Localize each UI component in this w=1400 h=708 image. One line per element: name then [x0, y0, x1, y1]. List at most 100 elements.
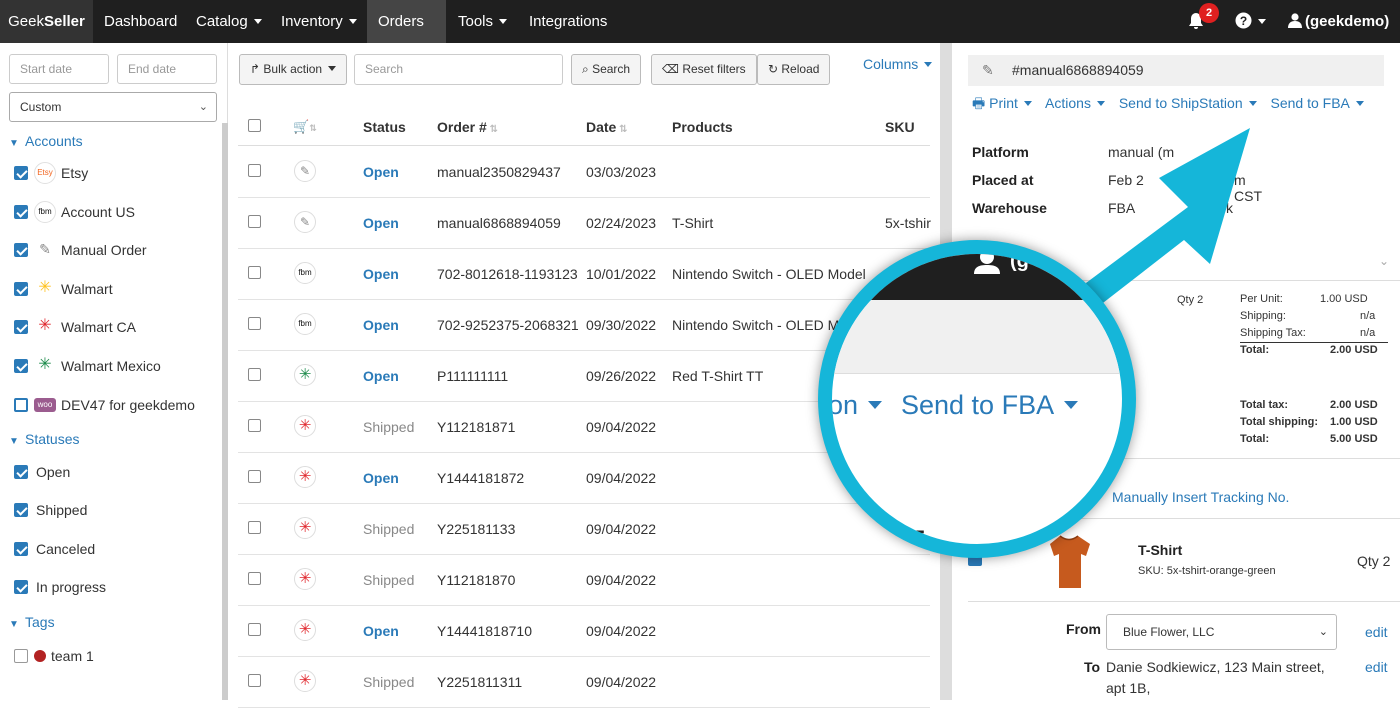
table-row[interactable]: ✳ Open Y14441818710 09/04/2022: [238, 606, 930, 657]
search-button[interactable]: ⌕ Search: [571, 54, 642, 85]
checkbox[interactable]: [14, 166, 28, 180]
row-checkbox[interactable]: [248, 572, 261, 585]
help-menu[interactable]: ?: [1235, 12, 1266, 30]
edit-icon[interactable]: ✎: [982, 55, 994, 86]
search-icon: ⌕: [582, 62, 593, 76]
nav-orders[interactable]: Orders: [367, 0, 446, 67]
edit-from-link[interactable]: edit: [1365, 624, 1388, 640]
edit-to-link[interactable]: edit: [1365, 659, 1388, 675]
insert-tracking-link[interactable]: Manually Insert Tracking No.: [1112, 489, 1289, 505]
woo-logo-icon: woo: [34, 398, 56, 412]
status-label: Open: [363, 470, 399, 486]
table-row[interactable]: fbm Open 702-8012618-1193123 10/01/2022 Nint…: [238, 249, 930, 300]
chevron-down-icon[interactable]: ⌄: [1379, 254, 1389, 268]
brand-logo[interactable]: GeekSeller: [0, 0, 93, 43]
accounts-section-toggle[interactable]: ▼ Accounts: [9, 133, 83, 149]
select-all-checkbox[interactable]: [248, 119, 261, 132]
shipping-value: n/a: [1360, 310, 1376, 322]
checkbox[interactable]: [14, 320, 28, 334]
nav-integrations[interactable]: Integrations: [518, 0, 618, 43]
order-number[interactable]: 702-8012618-1193123: [437, 266, 578, 282]
table-row[interactable]: ✳ Shipped Y2251811311 09/04/2022: [238, 657, 930, 708]
row-checkbox[interactable]: [248, 623, 261, 636]
product-name: T-Shirt: [672, 215, 714, 231]
checkbox[interactable]: [14, 205, 28, 219]
order-number[interactable]: Y112181870: [437, 572, 515, 588]
placed-label: Placed at: [972, 172, 1034, 188]
row-checkbox[interactable]: [248, 266, 261, 279]
row-checkbox[interactable]: [248, 368, 261, 381]
sku-header[interactable]: SKU: [885, 119, 915, 135]
order-number[interactable]: manual2350829437: [437, 164, 561, 180]
order-number[interactable]: Y225181133: [437, 521, 515, 537]
checkbox[interactable]: [14, 243, 28, 257]
nav-dashboard[interactable]: Dashboard: [93, 0, 188, 43]
magnified-navbar: (g: [832, 254, 1122, 300]
print-menu[interactable]: 🖶 Print: [972, 95, 1032, 111]
row-checkbox[interactable]: [248, 317, 261, 330]
checkbox[interactable]: [14, 465, 28, 479]
user-menu[interactable]: (geekdemo): [1288, 0, 1389, 43]
order-number[interactable]: Y2251811311: [437, 674, 522, 690]
date-range-select[interactable]: Custom ⌄: [9, 92, 217, 122]
nav-inventory[interactable]: Inventory: [270, 0, 368, 43]
order-header[interactable]: Order # ⇅: [437, 119, 498, 135]
actions-menu[interactable]: Actions: [1045, 95, 1105, 111]
nav-catalog[interactable]: Catalog: [185, 0, 273, 43]
reset-filters-button[interactable]: ⌫ Reset filters: [651, 54, 757, 85]
tag-label: team 1: [51, 648, 94, 664]
status-label: In progress: [36, 579, 107, 595]
checkbox[interactable]: [14, 398, 28, 412]
table-row[interactable]: ✎ Open manual6868894059 02/24/2023 T-Shirt 5x…: [238, 198, 931, 249]
order-number[interactable]: 702-9252375-2068321: [437, 317, 579, 333]
account-label: Walmart: [61, 281, 113, 297]
search-input[interactable]: Search: [354, 54, 563, 85]
order-number[interactable]: Y14441818710: [437, 623, 532, 639]
send-to-fba-menu[interactable]: Send to FBA: [1271, 95, 1364, 111]
status-label: Open: [363, 368, 399, 384]
send-to-shipstation-menu[interactable]: Send to ShipStation: [1119, 95, 1257, 111]
bulk-action-button[interactable]: ↱ Bulk action: [239, 54, 348, 85]
row-checkbox[interactable]: [248, 521, 261, 534]
checkbox[interactable]: [14, 580, 28, 594]
table-row[interactable]: ✳ Shipped Y225181133 09/04/2022: [238, 504, 930, 555]
table-row[interactable]: ✎ Open manual2350829437 03/03/2023: [238, 147, 930, 198]
order-number[interactable]: Y112181871: [437, 419, 515, 435]
order-number[interactable]: P111111111: [437, 368, 508, 384]
checkbox[interactable]: [14, 542, 28, 556]
checkbox[interactable]: [14, 282, 28, 296]
walmart-ca-icon: ✳: [294, 517, 316, 539]
order-number[interactable]: manual6868894059: [437, 215, 561, 231]
to-address-line-1: Danie Sodkiewicz, 123 Main street,: [1106, 659, 1325, 675]
table-row[interactable]: fbm Open 702-9252375-2068321 09/30/2022 Nint…: [238, 300, 930, 351]
row-checkbox[interactable]: [248, 164, 261, 177]
start-date-input[interactable]: Start date: [9, 54, 109, 84]
columns-dropdown[interactable]: Columns: [863, 56, 933, 72]
table-row[interactable]: ✳ Shipped Y112181870 09/04/2022: [238, 555, 930, 606]
table-row[interactable]: ✳ Open Y1444181872 09/04/2022: [238, 453, 930, 504]
date-header[interactable]: Date ⇅: [586, 119, 628, 135]
statuses-section-toggle[interactable]: ▼ Statuses: [9, 431, 79, 447]
tags-section-toggle[interactable]: ▼ Tags: [9, 614, 55, 630]
row-checkbox[interactable]: [248, 470, 261, 483]
sku-value: 5x-tshir: [885, 215, 931, 231]
row-checkbox[interactable]: [248, 674, 261, 687]
checkbox[interactable]: [14, 359, 28, 373]
row-checkbox[interactable]: [248, 419, 261, 432]
status-label: Shipped: [363, 674, 415, 690]
cart-icon[interactable]: 🛒⇅: [293, 119, 317, 135]
walmart-ca-icon: ✳: [294, 619, 316, 641]
status-header[interactable]: Status: [363, 119, 406, 135]
row-checkbox[interactable]: [248, 215, 261, 228]
reload-button[interactable]: ↻ Reload: [757, 54, 831, 85]
nav-tools[interactable]: Tools: [447, 0, 518, 43]
from-warehouse-select[interactable]: Blue Flower, LLC ⌄: [1106, 614, 1337, 650]
date-header-label: Date: [586, 119, 617, 135]
checkbox[interactable]: [14, 649, 28, 663]
shipping-tax-value: n/a: [1360, 327, 1376, 339]
table-header: 🛒⇅ Status Order # ⇅ Date ⇅ Products SKU: [238, 106, 930, 146]
end-date-input[interactable]: End date: [117, 54, 217, 84]
checkbox[interactable]: [14, 503, 28, 517]
order-number[interactable]: Y1444181872: [437, 470, 524, 486]
products-header[interactable]: Products: [672, 119, 733, 135]
